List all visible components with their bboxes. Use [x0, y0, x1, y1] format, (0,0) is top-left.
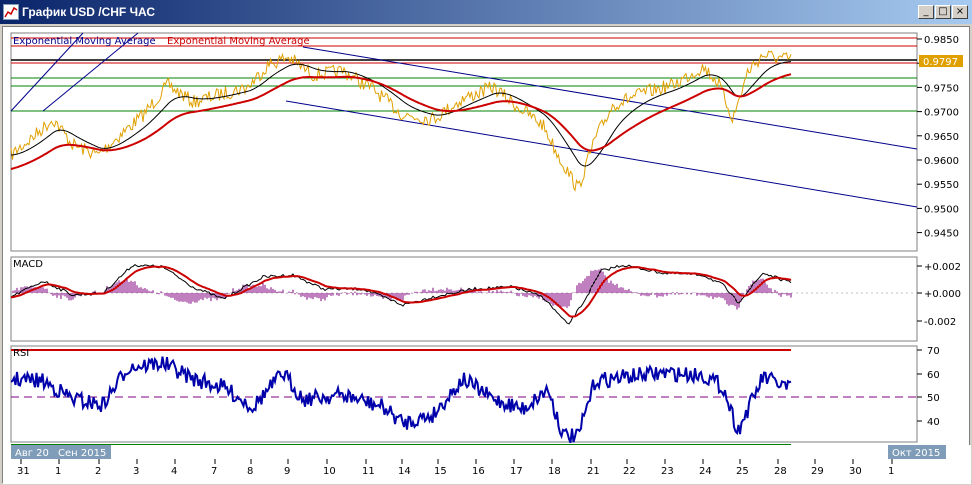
window-title: График USD /CHF ЧАС [22, 5, 156, 19]
month-label-aug: Авг 20 [15, 448, 49, 459]
time-tick-label: 7 [211, 466, 217, 477]
close-button[interactable]: × [952, 5, 968, 19]
macd-label: MACD [13, 259, 43, 270]
minimize-button[interactable]: _ [918, 5, 934, 19]
restore-button[interactable]: □ [935, 5, 951, 19]
rsi-axis: 70 60 50 40 [917, 346, 940, 428]
price-tick-label: 0.9450 [924, 229, 959, 240]
ema-legend-right: Exponential Moving Average [167, 36, 310, 47]
current-price-value: 0.9797 [923, 57, 958, 68]
time-tick-label: 23 [661, 466, 674, 477]
time-tick-label: 14 [398, 466, 411, 477]
time-tick-label: 17 [510, 466, 523, 477]
time-tick-label: 16 [472, 466, 485, 477]
time-tick-label: 10 [323, 466, 336, 477]
price-tick-label: 0.9650 [924, 132, 959, 143]
time-tick-label: 25 [736, 466, 749, 477]
chart-canvas[interactable]: 0.98500.98000.97500.97000.96500.96000.95… [3, 27, 971, 484]
rsi-tick-label: 40 [927, 417, 940, 428]
time-tick-label: 1 [888, 466, 894, 477]
time-tick-label: 29 [811, 466, 824, 477]
time-tick-label: 4 [171, 466, 177, 477]
time-tick-label: 24 [699, 466, 712, 477]
month-label-sep: Сен 2015 [58, 448, 106, 459]
time-tick-label: 9 [284, 466, 290, 477]
chart-app-icon [3, 4, 19, 20]
macd-tick-label: +0.002 [924, 262, 961, 273]
time-tick-label: 8 [247, 466, 253, 477]
price-tick-label: 0.9600 [924, 156, 959, 167]
macd-axis: +0.002 +0.000 -0.002 [917, 262, 961, 328]
price-tick-label: 0.9550 [924, 180, 959, 191]
macd-tick-label: -0.002 [924, 317, 956, 328]
rsi-panel[interactable] [10, 345, 918, 443]
time-tick-label: 30 [849, 466, 862, 477]
rsi-tick-label: 70 [927, 346, 940, 357]
price-tick-label: 0.9500 [924, 204, 959, 215]
window-titlebar: График USD /CHF ЧАС _ □ × [0, 0, 972, 24]
time-tick-label: 3 [133, 466, 139, 477]
rsi-tick-label: 60 [927, 370, 940, 381]
ema-legend-left: Exponential Moving Average [13, 36, 156, 47]
chart-area[interactable]: 0.98500.98000.97500.97000.96500.96000.95… [2, 26, 971, 484]
price-tick-label: 0.9750 [924, 83, 959, 94]
time-tick-label: 22 [623, 466, 636, 477]
time-tick-label: 31 [17, 466, 30, 477]
time-tick-label: 11 [362, 466, 375, 477]
time-tick-label: 2 [95, 466, 101, 477]
price-tick-label: 0.9850 [924, 35, 959, 46]
month-label-oct: Окт 2015 [892, 448, 940, 459]
macd-panel[interactable] [10, 256, 918, 342]
rsi-tick-label: 50 [927, 393, 940, 404]
time-tick-label: 21 [587, 466, 600, 477]
rsi-label: RSI [13, 348, 29, 359]
price-tick-label: 0.9700 [924, 108, 959, 119]
time-tick-label: 28 [774, 466, 787, 477]
time-tick-label: 1 [55, 466, 61, 477]
macd-tick-label: +0.000 [924, 289, 961, 300]
time-tick-label: 18 [548, 466, 561, 477]
time-axis-bg [3, 445, 971, 484]
time-tick-label: 15 [434, 466, 447, 477]
price-panel[interactable] [10, 32, 918, 252]
